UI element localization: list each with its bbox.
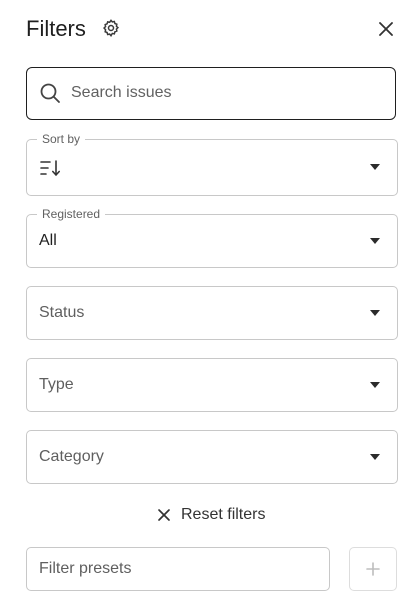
chevron-down-icon [370,164,380,170]
chevron-down-icon [370,238,380,244]
type-select[interactable]: Type [26,358,398,412]
registered-label: Registered [37,207,106,221]
add-preset-button[interactable] [349,547,397,591]
sort-by-label: Sort by [37,132,86,146]
sort-by-select[interactable]: Sort by [26,132,398,196]
close-icon [158,509,170,521]
status-placeholder: Status [39,304,85,321]
panel-title: Filters [26,16,86,41]
filters-header: Filters [26,14,397,46]
status-select[interactable]: Status [26,286,398,340]
filter-presets-input[interactable] [39,556,319,582]
sort-icon [40,160,61,177]
type-placeholder: Type [39,376,74,393]
plus-icon [366,562,380,576]
search-input[interactable] [71,80,381,106]
category-select[interactable]: Category [26,430,398,484]
chevron-down-icon [370,310,380,316]
reset-filters-label: Reset filters [181,506,266,523]
registered-value: All [39,232,57,249]
search-icon [40,83,60,103]
registered-select[interactable]: Registered All [26,207,398,268]
chevron-down-icon [370,454,380,460]
chevron-down-icon [370,382,380,388]
filter-presets-field[interactable] [26,547,330,591]
search-field[interactable] [26,67,396,120]
category-placeholder: Category [39,448,104,465]
close-icon[interactable] [375,18,397,40]
gear-icon[interactable] [101,18,121,38]
